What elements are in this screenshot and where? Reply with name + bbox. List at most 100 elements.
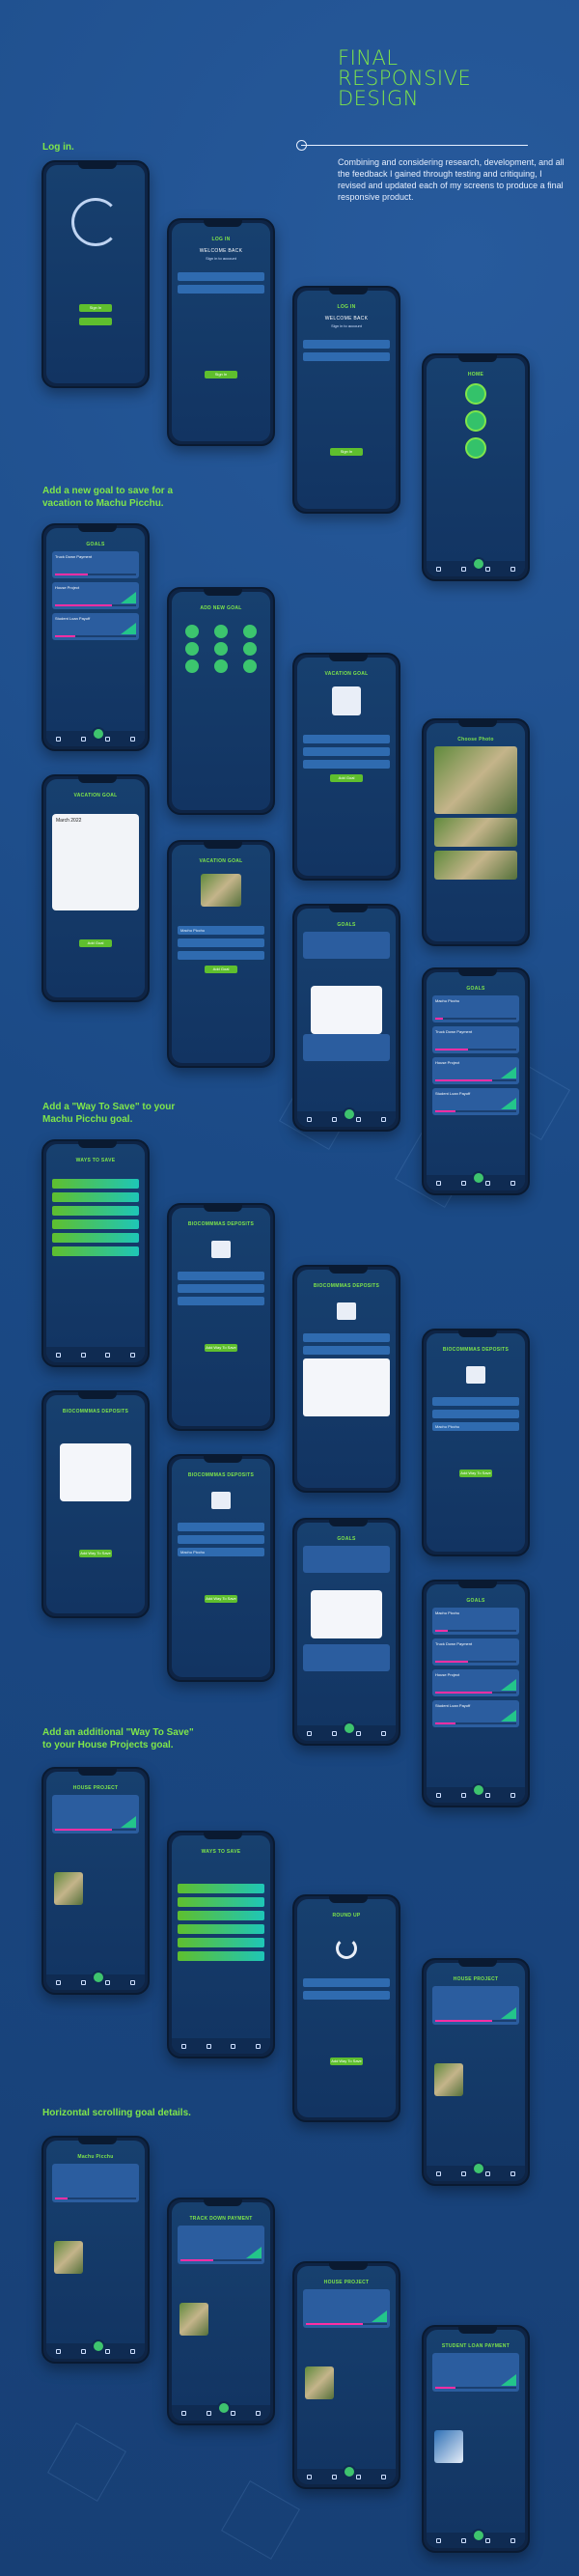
goal-card[interactable]: House Project [432, 1057, 519, 1084]
email-field[interactable] [303, 340, 390, 349]
goal-field[interactable]: Machu Picchu [432, 1422, 519, 1431]
goal-card[interactable] [303, 932, 390, 959]
goals-icon[interactable] [465, 383, 486, 405]
goal-card[interactable]: Truck Down Payment [432, 1026, 519, 1053]
date-field[interactable] [303, 760, 390, 769]
add-way-button[interactable]: Add Way To Save [459, 1470, 492, 1477]
frequency-field[interactable] [303, 1346, 390, 1355]
way-option[interactable] [52, 1206, 139, 1216]
success-modal[interactable] [311, 1590, 382, 1638]
add-fab[interactable] [343, 1722, 356, 1735]
add-way-button[interactable]: Add Way To Save [205, 1595, 237, 1603]
goal-card[interactable] [178, 2226, 264, 2264]
goal-field[interactable]: Machu Picchu [178, 1548, 264, 1556]
add-fab[interactable] [92, 1971, 105, 1984]
photo-main[interactable] [434, 746, 517, 814]
add-way-button[interactable]: Add Way To Save [79, 1550, 112, 1557]
goal-card[interactable] [303, 1546, 390, 1573]
phone-goal-success: GOALS [292, 1518, 400, 1746]
screen-title: BIOCOMMMAS DEPOSITS [62, 1409, 129, 1414]
goal-card[interactable]: Student Loan Payoff [52, 613, 139, 640]
add-fab[interactable] [343, 1107, 356, 1121]
photo-thumb[interactable] [434, 818, 517, 847]
way-option[interactable] [52, 1192, 139, 1202]
goal-card[interactable] [303, 2289, 390, 2328]
goal-name-field[interactable] [303, 735, 390, 743]
goal-dropdown[interactable] [303, 1358, 390, 1416]
goal-card[interactable]: Student Loan Payoff [432, 1700, 519, 1727]
add-fab[interactable] [217, 2401, 231, 2415]
add-way-button[interactable]: Add Way To Save [205, 1344, 237, 1352]
goal-card[interactable]: Machu Picchu [432, 995, 519, 1022]
way-option[interactable] [52, 1219, 139, 1229]
frequency-field[interactable] [178, 1284, 264, 1293]
goal-card[interactable]: Machu Picchu [432, 1608, 519, 1635]
email-field[interactable] [178, 272, 264, 281]
add-goal-button[interactable]: Add Goal [79, 939, 112, 947]
way-option[interactable] [178, 1924, 264, 1934]
update-modal[interactable] [60, 1443, 131, 1501]
goal-card[interactable] [52, 1795, 139, 1834]
amount-field[interactable] [178, 1523, 264, 1531]
goal-card[interactable] [432, 1986, 519, 2025]
phone-splash: Sign In [41, 160, 150, 388]
frequency-field[interactable] [178, 1535, 264, 1544]
calendar-picker[interactable]: March 2022 [52, 814, 139, 910]
success-modal[interactable] [311, 986, 382, 1034]
date-field[interactable] [178, 951, 264, 960]
password-field[interactable] [303, 352, 390, 361]
amount-field[interactable] [303, 747, 390, 756]
phone-vacation-goal: VACATION GOAL Add Goal [292, 653, 400, 881]
add-fab[interactable] [472, 2529, 485, 2542]
frequency-field[interactable] [432, 1410, 519, 1418]
cash-flow-icon[interactable] [465, 437, 486, 459]
sign-in-button[interactable]: Sign In [330, 448, 363, 456]
sign-in-button[interactable]: Sign In [205, 371, 237, 378]
amount-field[interactable] [178, 938, 264, 947]
goal-card[interactable] [303, 1034, 390, 1061]
way-option[interactable] [178, 1884, 264, 1893]
goal-field[interactable] [178, 1297, 264, 1305]
goal-card[interactable]: Truck Down Payment [432, 1638, 519, 1666]
password-field[interactable] [178, 285, 264, 294]
sign-in-button[interactable]: Sign In [79, 304, 112, 312]
way-option[interactable] [178, 1938, 264, 1947]
goal-card[interactable]: Student Loan Payoff [432, 1088, 519, 1115]
goal-card[interactable]: House Project [52, 582, 139, 609]
goal-card[interactable] [52, 2164, 139, 2202]
way-option[interactable] [52, 1233, 139, 1243]
amount-field[interactable] [303, 1978, 390, 1987]
phone-login: LOG IN WELCOME BACK Sign in to account S… [167, 218, 275, 446]
way-option[interactable] [52, 1179, 139, 1189]
bottom-nav [46, 1347, 145, 1362]
photo-thumb[interactable] [434, 851, 517, 880]
goal-card[interactable] [432, 2353, 519, 2392]
goal-category-grid[interactable] [172, 621, 270, 677]
add-way-button[interactable]: Add Way To Save [330, 2058, 363, 2065]
goal-card[interactable]: House Project [432, 1669, 519, 1696]
goal-name-field[interactable]: Machu Picchu [178, 926, 264, 935]
way-option[interactable] [178, 1897, 264, 1907]
amount-field[interactable] [178, 1272, 264, 1280]
way-option[interactable] [52, 1246, 139, 1256]
add-fab[interactable] [472, 1171, 485, 1185]
add-fab[interactable] [472, 2162, 485, 2175]
goal-field[interactable] [303, 1991, 390, 2000]
goal-card[interactable] [303, 1644, 390, 1671]
create-account-button[interactable] [79, 318, 112, 325]
add-fab[interactable] [92, 727, 105, 741]
add-goal-button[interactable]: Add Goal [205, 966, 237, 973]
way-option[interactable] [178, 1951, 264, 1961]
welcome-subtitle: Sign in to account [331, 323, 362, 328]
add-fab[interactable] [472, 557, 485, 571]
amount-field[interactable] [432, 1397, 519, 1406]
add-fab[interactable] [472, 1783, 485, 1797]
way-option[interactable] [178, 1911, 264, 1920]
amount-field[interactable] [303, 1333, 390, 1342]
decor-line [301, 145, 528, 146]
add-fab[interactable] [92, 2339, 105, 2353]
goal-card[interactable]: Truck Down Payment [52, 551, 139, 578]
add-fab[interactable] [343, 2465, 356, 2478]
ways-to-save-icon[interactable] [465, 410, 486, 432]
add-goal-button[interactable]: Add Goal [330, 774, 363, 782]
